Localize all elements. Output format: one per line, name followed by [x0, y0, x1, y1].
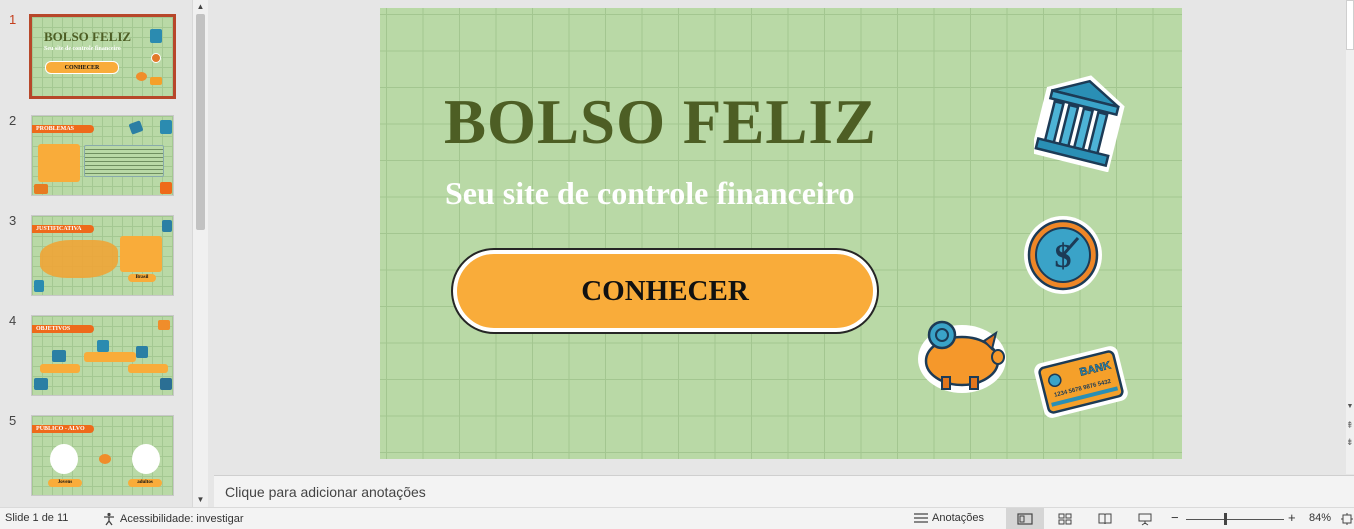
calculator-icon	[34, 378, 48, 390]
accessibility-label: Acessibilidade: investigar	[120, 513, 244, 525]
zoom-slider-handle[interactable]	[1224, 513, 1227, 525]
thumbnail-tag: PROBLEMAS	[32, 125, 94, 133]
thumbnail-table	[84, 145, 164, 177]
scroll-down-icon[interactable]: ▼	[193, 493, 208, 507]
thumbnail-number-3: 3	[9, 213, 17, 228]
bank-building-icon	[34, 280, 44, 292]
bank-building-icon	[150, 29, 162, 43]
bank-card-icon[interactable]: BANK 1234 5678 9876 5432	[1032, 344, 1130, 420]
piggy-bank-icon	[99, 454, 111, 464]
thumbnail-box	[128, 364, 168, 373]
thumbnail-tag: OBJETIVOS	[32, 325, 94, 333]
chart-icon	[52, 350, 66, 362]
notes-toggle-button[interactable]: Anotações	[913, 512, 984, 524]
coin-icon	[160, 378, 172, 390]
scroll-down-icon[interactable]: ▼	[1346, 403, 1354, 417]
reading-view-icon	[1098, 513, 1112, 525]
world-map-graphic	[40, 240, 118, 278]
notes-icon	[914, 513, 928, 523]
scrollbar-thumb[interactable]	[196, 14, 205, 230]
bank-card-icon	[150, 77, 162, 85]
presenter-view-button[interactable]	[1128, 508, 1162, 529]
zoom-out-button[interactable]: −	[1171, 510, 1179, 525]
thumbnail-title: BOLSO FELIZ	[44, 29, 132, 44]
slide-editor: BOLSO FELIZ Seu site de controle finance…	[214, 0, 1346, 474]
accessibility-icon	[104, 512, 114, 526]
reading-view-button[interactable]	[1088, 508, 1122, 529]
book-icon	[97, 340, 109, 352]
zoom-slider[interactable]	[1186, 519, 1284, 520]
bank-building-icon	[160, 120, 172, 134]
dollar-coin-icon[interactable]: $	[1022, 214, 1104, 296]
notes-toggle-label: Anotações	[932, 512, 984, 524]
thumbnail-tag: PÚBLICO - ALVO	[32, 425, 94, 433]
thumbnail-chip: Jovens	[48, 479, 82, 487]
thumbnail-subtitle: Seu site de controle financeiro	[44, 46, 121, 52]
dollar-coin-icon	[151, 53, 161, 63]
money-bag-icon	[158, 320, 170, 330]
next-slide-icon[interactable]: ⇟	[1346, 437, 1354, 448]
slide-thumbnail-4[interactable]: OBJETIVOS	[31, 315, 174, 396]
thumbnail-button: CONHECER	[45, 61, 119, 74]
status-bar: Slide 1 de 11 Acessibilidade: investigar…	[0, 507, 1354, 529]
thumbnail-chip: Brasil	[128, 274, 156, 282]
piggy-bank-icon[interactable]	[912, 311, 1008, 401]
presenter-view-icon	[1138, 513, 1152, 525]
accessibility-button[interactable]: Acessibilidade: investigar	[102, 512, 244, 526]
thumbnail-box	[120, 236, 162, 272]
slide-thumbnail-2[interactable]: PROBLEMAS	[31, 115, 174, 196]
scrollbar-thumb[interactable]	[1346, 0, 1354, 50]
thumbnail-number-4: 4	[9, 313, 17, 328]
person-avatar	[132, 444, 160, 474]
normal-view-icon	[1017, 513, 1033, 525]
bank-card-icon	[160, 182, 172, 194]
slide-sorter-button[interactable]	[1048, 508, 1082, 529]
fit-slide-button[interactable]	[1340, 508, 1354, 529]
conhecer-button[interactable]: CONHECER	[451, 248, 879, 334]
editor-scrollbar[interactable]: ▼ ⇞ ⇟	[1346, 0, 1354, 474]
thumbnail-number-1: 1	[9, 12, 17, 27]
slide-thumbnail-1[interactable]: BOLSO FELIZ Seu site de controle finance…	[29, 14, 176, 99]
thumbnail-tag: JUSTIFICATIVA	[32, 225, 94, 233]
slide-title[interactable]: BOLSO FELIZ	[444, 86, 877, 159]
thumbnail-box	[38, 144, 80, 182]
thumbnail-chip: adultos	[128, 479, 162, 487]
thumbnail-number-2: 2	[9, 113, 17, 128]
phone-icon	[162, 220, 172, 232]
person-avatar	[50, 444, 78, 474]
thumbnail-scrollbar[interactable]: ▲ ▼	[192, 0, 208, 507]
slide-canvas[interactable]: BOLSO FELIZ Seu site de controle finance…	[380, 8, 1182, 459]
slide-subtitle[interactable]: Seu site de controle financeiro	[445, 175, 854, 212]
notes-placeholder[interactable]: Clique para adicionar anotações	[225, 484, 426, 500]
fit-slide-icon	[1341, 513, 1353, 525]
thumbnail-number-5: 5	[9, 413, 17, 428]
scroll-up-icon[interactable]: ▲	[193, 0, 208, 14]
powerpoint-window: 1 BOLSO FELIZ Seu site de controle finan…	[0, 0, 1354, 529]
slide-counter: Slide 1 de 11	[5, 512, 69, 524]
thumbnail-box	[40, 364, 80, 373]
zoom-level[interactable]: 84%	[1309, 512, 1331, 524]
slide-sorter-icon	[1058, 513, 1072, 525]
zoom-in-button[interactable]: +	[1288, 510, 1296, 525]
slide-thumbnail-pane: 1 BOLSO FELIZ Seu site de controle finan…	[0, 0, 208, 507]
slide-thumbnail-5[interactable]: PÚBLICO - ALVO Jovens adultos	[31, 415, 174, 496]
chart-icon	[136, 346, 148, 358]
slide-thumbnail-3[interactable]: JUSTIFICATIVA Brasil	[31, 215, 174, 296]
bank-building-icon[interactable]	[1034, 68, 1126, 172]
normal-view-button[interactable]	[1006, 508, 1044, 529]
notes-pane[interactable]: Clique para adicionar anotações	[214, 475, 1354, 507]
piggy-bank-icon	[34, 184, 48, 194]
svg-text:$: $	[1055, 238, 1072, 275]
previous-slide-icon[interactable]: ⇞	[1346, 420, 1354, 431]
piggy-bank-icon	[136, 72, 147, 81]
thumbnail-box	[84, 352, 136, 362]
